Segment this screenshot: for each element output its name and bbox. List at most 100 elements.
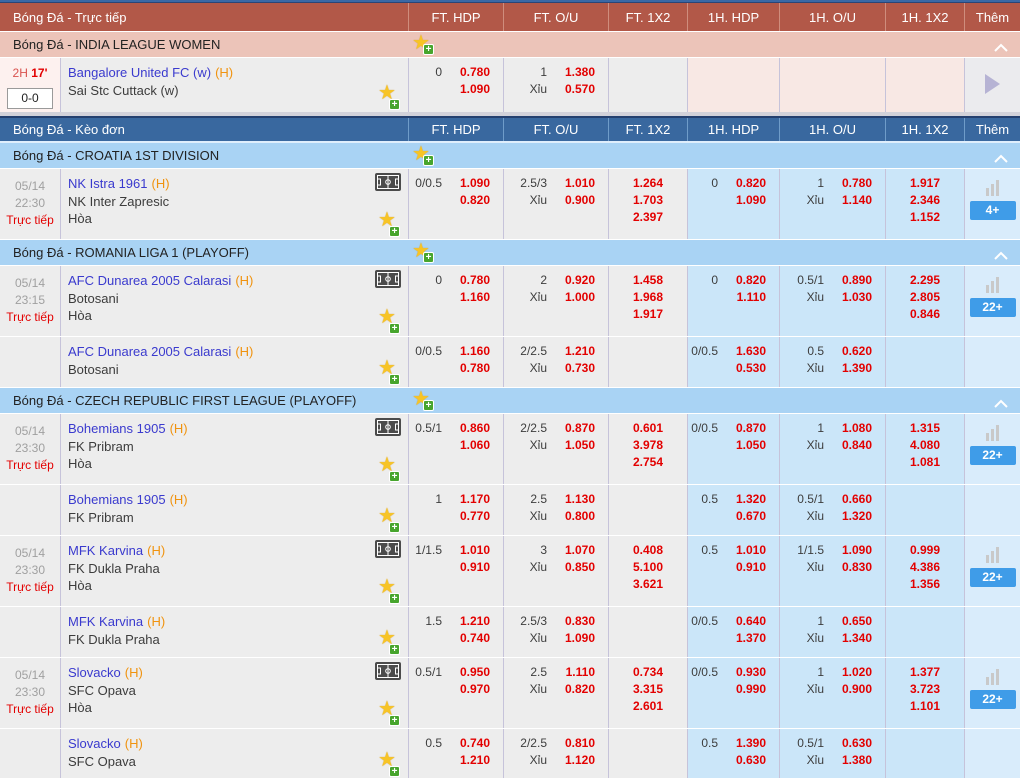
home-team[interactable]: MFK Karvina bbox=[68, 614, 143, 629]
ft-1x2-cell[interactable]: 0.7343.3152.601 bbox=[608, 658, 687, 728]
ft-hdp-cell[interactable]: 00.7801.160 bbox=[408, 266, 503, 336]
odds-value[interactable]: 2.805 bbox=[886, 289, 964, 306]
pitch-icon[interactable] bbox=[375, 270, 401, 293]
odds-value[interactable]: 0.408 bbox=[609, 542, 687, 559]
ft-hdp-cell[interactable]: 0/0.51.0900.820 bbox=[408, 169, 503, 239]
1h-hdp-cell[interactable]: 0/0.51.6300.530 bbox=[687, 337, 779, 387]
odds-value[interactable]: 1.370 bbox=[718, 630, 779, 647]
odds-value[interactable]: 2.754 bbox=[609, 454, 687, 471]
odds-value[interactable]: 5.100 bbox=[609, 559, 687, 576]
odds-value[interactable]: 1.170 bbox=[442, 491, 503, 508]
away-team[interactable]: FK Dukla Praha bbox=[68, 560, 408, 578]
odds-value[interactable]: 1.152 bbox=[886, 209, 964, 226]
odds-value[interactable]: 0.740 bbox=[442, 735, 503, 752]
league-row[interactable]: Bóng Đá - ROMANIA LIGA 1 (PLAYOFF) bbox=[0, 239, 1020, 265]
odds-value[interactable]: 0.820 bbox=[718, 175, 779, 192]
odds-value[interactable]: 1.377 bbox=[886, 664, 964, 681]
column-header-ft-o-u[interactable]: FT. O/U bbox=[503, 118, 608, 141]
star-plus-icon[interactable] bbox=[412, 390, 434, 410]
away-team[interactable]: Botosani bbox=[68, 290, 408, 308]
odds-value[interactable]: 1.630 bbox=[718, 343, 779, 360]
star-plus-icon[interactable] bbox=[378, 461, 400, 481]
pitch-icon[interactable] bbox=[375, 418, 401, 441]
odds-value[interactable]: 0.830 bbox=[824, 559, 885, 576]
1h-1x2-cell[interactable]: 0.9994.3861.356 bbox=[885, 536, 964, 606]
more-cell[interactable] bbox=[964, 729, 1020, 778]
odds-value[interactable]: 1.010 bbox=[442, 542, 503, 559]
away-team[interactable]: FK Pribram bbox=[68, 438, 408, 456]
odds-value[interactable]: 1.090 bbox=[824, 542, 885, 559]
pitch-icon[interactable] bbox=[375, 173, 401, 196]
odds-value[interactable]: 3.621 bbox=[609, 576, 687, 593]
column-header-th-m[interactable]: Thêm bbox=[964, 118, 1020, 141]
ft-1x2-cell[interactable]: 0.6013.9782.754 bbox=[608, 414, 687, 484]
odds-value[interactable]: 1.140 bbox=[824, 192, 885, 209]
star-plus-icon[interactable] bbox=[412, 34, 434, 54]
odds-value[interactable]: 2.397 bbox=[609, 209, 687, 226]
more-cell[interactable] bbox=[964, 485, 1020, 535]
ft-ou-cell[interactable]: 2.51.110Xỉu0.820 bbox=[503, 658, 608, 728]
ft-hdp-cell[interactable]: 1/1.51.0100.910 bbox=[408, 536, 503, 606]
more-count-badge[interactable]: 22+ bbox=[970, 446, 1016, 465]
odds-value[interactable]: 0.870 bbox=[718, 420, 779, 437]
odds-value[interactable]: 0.850 bbox=[547, 559, 608, 576]
ft-1x2-cell[interactable]: 1.4581.9681.917 bbox=[608, 266, 687, 336]
odds-value[interactable]: 0.900 bbox=[824, 681, 885, 698]
more-count-badge[interactable]: 22+ bbox=[970, 690, 1016, 709]
column-header-1h-1x2[interactable]: 1H. 1X2 bbox=[885, 3, 964, 31]
odds-value[interactable]: 3.978 bbox=[609, 437, 687, 454]
chevron-up-icon[interactable] bbox=[994, 248, 1008, 263]
ft-ou-cell[interactable]: 31.070Xỉu0.850 bbox=[503, 536, 608, 606]
odds-value[interactable]: 0.770 bbox=[442, 508, 503, 525]
odds-value[interactable]: 1.070 bbox=[547, 542, 608, 559]
star-plus-icon[interactable] bbox=[378, 705, 400, 725]
odds-value[interactable]: 0.840 bbox=[824, 437, 885, 454]
odds-value[interactable]: 4.080 bbox=[886, 437, 964, 454]
odds-value[interactable]: 1.060 bbox=[442, 437, 503, 454]
1h-1x2-cell[interactable]: 1.3773.7231.101 bbox=[885, 658, 964, 728]
home-team[interactable]: MFK Karvina bbox=[68, 543, 143, 558]
odds-value[interactable]: 1.080 bbox=[824, 420, 885, 437]
odds-value[interactable]: 1.101 bbox=[886, 698, 964, 715]
odds-value[interactable]: 1.050 bbox=[547, 437, 608, 454]
ft-1x2-cell[interactable] bbox=[608, 58, 687, 112]
away-team[interactable]: SFC Opava bbox=[68, 753, 408, 771]
column-header-1h-o-u[interactable]: 1H. O/U bbox=[779, 3, 885, 31]
column-header-1h-1x2[interactable]: 1H. 1X2 bbox=[885, 118, 964, 141]
odds-value[interactable]: 0.740 bbox=[442, 630, 503, 647]
column-header-th-m[interactable]: Thêm bbox=[964, 3, 1020, 31]
odds-value[interactable]: 1.315 bbox=[886, 420, 964, 437]
odds-value[interactable]: 3.723 bbox=[886, 681, 964, 698]
ft-ou-cell[interactable]: 2.5/30.830Xỉu1.090 bbox=[503, 607, 608, 657]
home-team[interactable]: NK Istra 1961 bbox=[68, 176, 148, 191]
odds-value[interactable]: 1.356 bbox=[886, 576, 964, 593]
odds-value[interactable]: 0.780 bbox=[442, 360, 503, 377]
column-header-1h-hdp[interactable]: 1H. HDP bbox=[687, 118, 779, 141]
odds-value[interactable]: 0.530 bbox=[718, 360, 779, 377]
ft-1x2-cell[interactable]: 1.2641.7032.397 bbox=[608, 169, 687, 239]
odds-value[interactable]: 0.910 bbox=[442, 559, 503, 576]
ft-ou-cell[interactable]: 2/2.50.810Xỉu1.120 bbox=[503, 729, 608, 778]
1h-ou-cell[interactable]: 10.780Xỉu1.140 bbox=[779, 169, 885, 239]
ft-hdp-cell[interactable]: 0.5/10.8601.060 bbox=[408, 414, 503, 484]
ft-hdp-cell[interactable]: 1.51.2100.740 bbox=[408, 607, 503, 657]
odds-value[interactable]: 0.990 bbox=[718, 681, 779, 698]
away-team[interactable]: NK Inter Zapresic bbox=[68, 193, 408, 211]
odds-value[interactable]: 1.380 bbox=[547, 64, 608, 81]
ft-ou-cell[interactable]: 2.5/31.010Xỉu0.900 bbox=[503, 169, 608, 239]
odds-value[interactable]: 1.917 bbox=[609, 306, 687, 323]
star-plus-icon[interactable] bbox=[412, 242, 434, 262]
1h-hdp-cell[interactable] bbox=[687, 58, 779, 112]
1h-1x2-cell[interactable]: 1.9172.3461.152 bbox=[885, 169, 964, 239]
odds-value[interactable]: 0.670 bbox=[718, 508, 779, 525]
1h-1x2-cell[interactable] bbox=[885, 337, 964, 387]
odds-value[interactable]: 1.110 bbox=[718, 289, 779, 306]
odds-value[interactable]: 2.295 bbox=[886, 272, 964, 289]
odds-value[interactable]: 1.030 bbox=[824, 289, 885, 306]
star-plus-icon[interactable] bbox=[378, 634, 400, 654]
odds-value[interactable]: 0.920 bbox=[547, 272, 608, 289]
1h-1x2-cell[interactable]: 1.3154.0801.081 bbox=[885, 414, 964, 484]
more-cell[interactable]: 22+ bbox=[964, 266, 1020, 336]
column-header-ft-1x2[interactable]: FT. 1X2 bbox=[608, 3, 687, 31]
odds-value[interactable]: 0.900 bbox=[547, 192, 608, 209]
